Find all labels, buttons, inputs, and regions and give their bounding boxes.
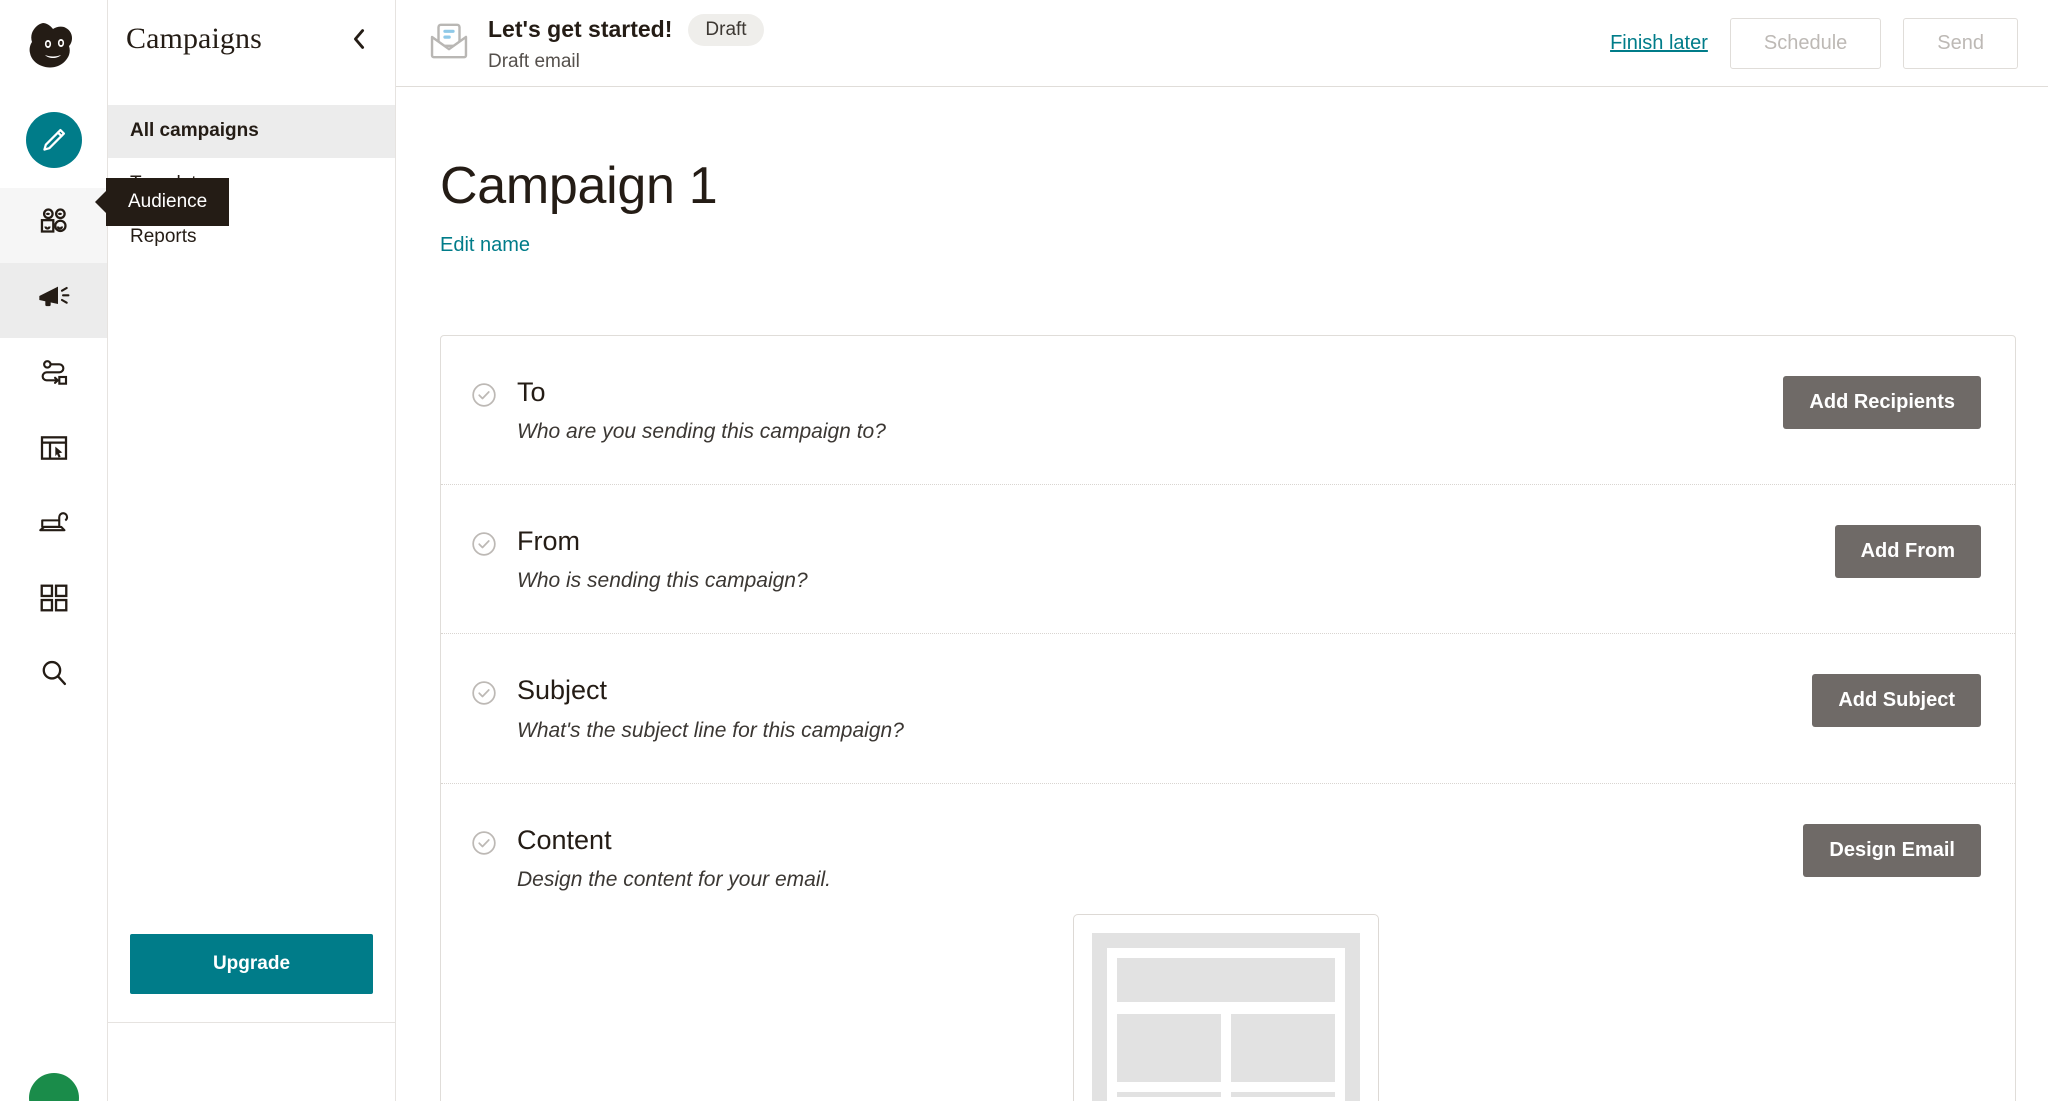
main-region: Let's get started! Draft Draft email Fin…: [396, 0, 2048, 1101]
checklist-row-body: Subject What's the subject line for this…: [517, 674, 1812, 742]
skeleton-column: [1117, 1014, 1221, 1101]
send-button[interactable]: Send: [1903, 17, 2018, 69]
checklist-row-title: Subject: [517, 675, 608, 706]
skeleton-line: [1231, 1092, 1335, 1098]
topbar-left: Let's get started! Draft Draft email: [428, 13, 1610, 73]
megaphone-icon: [36, 282, 72, 319]
rail-create-button[interactable]: [0, 92, 107, 188]
add-from-button[interactable]: Add From: [1834, 524, 1981, 578]
add-recipients-button[interactable]: Add Recipients: [1783, 375, 1981, 429]
upgrade-button[interactable]: Upgrade: [130, 934, 373, 994]
checklist-row-body: To Who are you sending this campaign to?: [517, 376, 1783, 444]
checklist-row-title: From: [517, 525, 580, 556]
upgrade-container: Upgrade: [108, 934, 395, 994]
topbar-actions: Finish later Schedule Send: [1610, 17, 2018, 69]
panel-footer-divider: [108, 1022, 395, 1023]
audience-tooltip: Audience: [106, 178, 230, 226]
audience-icon: [37, 206, 71, 245]
checklist-row-to: To Who are you sending this campaign to?…: [441, 336, 2015, 484]
template-thumbnail: [1073, 914, 1379, 1101]
template-page: [1107, 948, 1345, 1101]
rail-item-integrations[interactable]: [0, 563, 107, 638]
template-frame: [1092, 933, 1360, 1101]
skeleton-hero-block: [1117, 958, 1335, 1003]
skeleton-text-lines: [1231, 1092, 1335, 1101]
topbar-meta: Let's get started! Draft Draft email: [488, 13, 764, 73]
topbar-title-row: Let's get started! Draft: [488, 13, 764, 46]
automation-journey-icon: [38, 357, 70, 394]
campaign-checklist-card: To Who are you sending this campaign to?…: [440, 334, 2016, 1101]
checklist-row-desc: Who is sending this campaign?: [517, 569, 808, 593]
circle-check-icon: [471, 674, 517, 711]
skeleton-column: [1231, 1014, 1335, 1101]
checklist-row-body: From Who is sending this campaign?: [517, 525, 1835, 593]
design-email-button[interactable]: Design Email: [1803, 823, 1981, 877]
website-cursor-icon: [38, 432, 70, 469]
skeleton-line: [1117, 1092, 1221, 1098]
skeleton-columns: [1117, 1014, 1335, 1101]
skeleton-text-lines: [1117, 1092, 1221, 1101]
campaign-name: Campaign 1: [440, 157, 718, 215]
search-icon: [39, 658, 69, 693]
topbar-title: Let's get started!: [488, 16, 673, 42]
avatar[interactable]: [29, 1073, 79, 1101]
checklist-row-title: To: [517, 376, 546, 407]
mailchimp-logo[interactable]: [0, 0, 107, 92]
primary-icon-rail: [0, 0, 108, 1101]
skeleton-image: [1117, 1014, 1221, 1083]
campaigns-panel-header: Campaigns: [108, 0, 395, 78]
checklist-row-desc: What's the subject line for this campaig…: [517, 718, 904, 742]
campaign-header: Campaign 1 Edit name: [396, 87, 2048, 257]
page-title: Campaigns: [126, 22, 262, 55]
checklist-row-title: Content: [517, 824, 612, 855]
status-badge: Draft: [688, 13, 764, 46]
edit-name-link[interactable]: Edit name: [440, 234, 530, 257]
open-envelope-icon: [428, 21, 470, 66]
campaigns-panel: Campaigns All campaigns Templates Report…: [108, 0, 396, 1101]
schedule-button[interactable]: Schedule: [1729, 17, 1882, 69]
checklist-row-content-top: Content Design the content for your emai…: [471, 823, 1981, 892]
rail-item-audience[interactable]: [0, 188, 107, 263]
rail-item-website[interactable]: [0, 413, 107, 488]
pencil-icon: [25, 112, 82, 168]
rail-item-content-studio[interactable]: [0, 488, 107, 563]
app-root: Campaigns All campaigns Templates Report…: [0, 0, 2048, 1101]
topbar-subtitle: Draft email: [488, 50, 580, 72]
campaign-topbar: Let's get started! Draft Draft email Fin…: [396, 0, 2048, 87]
finish-later-link[interactable]: Finish later: [1610, 32, 1708, 55]
checklist-row-body: Content Design the content for your emai…: [517, 824, 1803, 892]
checklist-row-desc: Design the content for your email.: [517, 868, 831, 892]
rail-item-search[interactable]: [0, 638, 107, 713]
panel-item-all-campaigns[interactable]: All campaigns: [108, 105, 395, 158]
add-subject-button[interactable]: Add Subject: [1812, 674, 1981, 728]
email-template-preview[interactable]: [471, 914, 1981, 1101]
circle-check-icon: [471, 525, 517, 562]
circle-check-icon: [471, 824, 517, 861]
rail-item-automations[interactable]: [0, 338, 107, 413]
content-studio-icon: [37, 508, 71, 543]
checklist-row-desc: Who are you sending this campaign to?: [517, 419, 886, 443]
campaign-content: Campaign 1 Edit name To Who are you send…: [396, 87, 2048, 1101]
checklist-row-from: From Who is sending this campaign? Add F…: [441, 483, 2015, 633]
checklist-row-content: Content Design the content for your emai…: [441, 782, 2015, 1101]
chevron-left-icon[interactable]: [349, 27, 369, 51]
rail-item-campaigns[interactable]: [0, 263, 107, 338]
grid-squares-icon: [39, 583, 69, 618]
checklist-row-subject: Subject What's the subject line for this…: [441, 633, 2015, 782]
skeleton-image: [1231, 1014, 1335, 1083]
circle-check-icon: [471, 376, 517, 413]
